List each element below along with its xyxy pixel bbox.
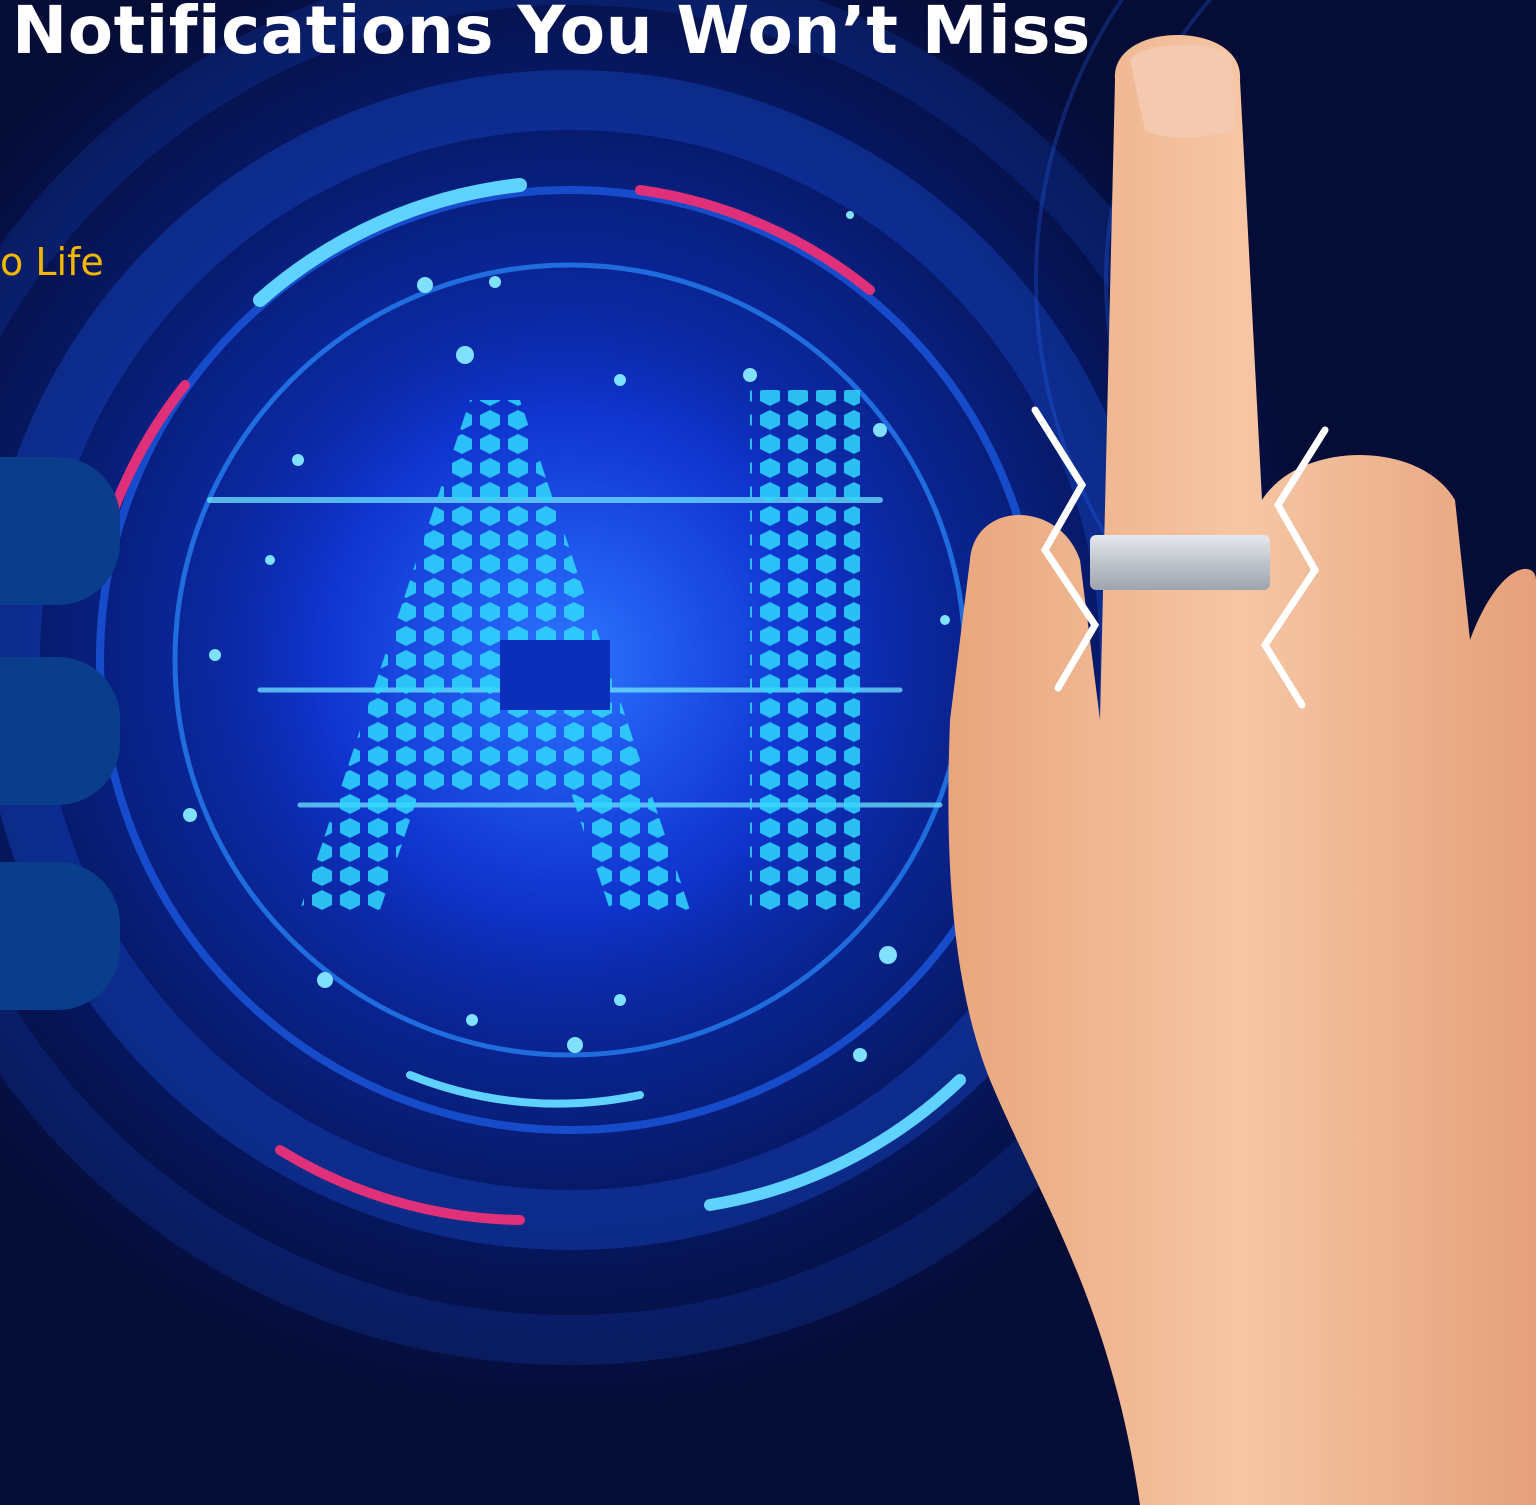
page-title: Notifications You Won’t Miss (12, 0, 1091, 69)
feature-card-1[interactable] (0, 457, 120, 605)
ai-hero-background (0, 0, 1536, 1505)
feature-card-3[interactable] (0, 862, 120, 1010)
feature-card-2[interactable] (0, 657, 120, 805)
page-subtitle: o Life (0, 240, 104, 284)
